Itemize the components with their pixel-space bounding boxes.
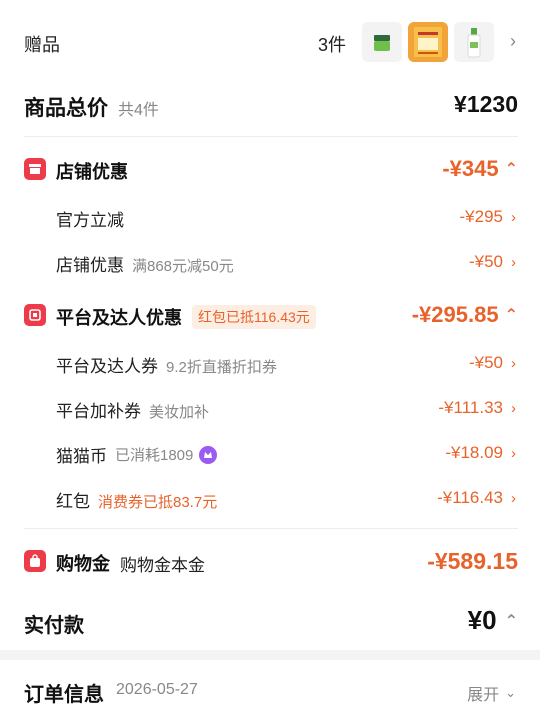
list-item[interactable]: 猫猫币 已消耗1809 -¥18.09 › — [0, 440, 540, 468]
discount-amount: -¥18.09 › — [445, 443, 516, 463]
chevron-up-icon: ⌃ — [504, 612, 518, 630]
discount-label-text: 店铺优惠 — [56, 256, 124, 275]
chevron-right-icon: › — [511, 489, 516, 507]
store-discount-amount[interactable]: -¥345 ⌃ — [442, 156, 518, 182]
total-title: 商品总价 — [24, 97, 108, 120]
divider — [24, 528, 518, 529]
paid-title: 实付款 — [24, 615, 84, 637]
total-price: ¥1230 — [454, 91, 518, 117]
gift-label: 赠品 — [24, 35, 60, 55]
gift-count: 3件 — [318, 35, 347, 55]
discount-label: 平台及达人券 9.2折直播折扣券 — [56, 352, 277, 377]
discount-amount-value: -¥50 — [468, 353, 503, 372]
chevron-down-icon: ⌄ — [505, 685, 516, 700]
chevron-right-icon: › — [511, 399, 516, 417]
shopping-gold-title-text: 购物金 — [56, 554, 110, 574]
section-separator — [0, 650, 540, 660]
gift-thumb-serum-bottle — [454, 22, 494, 62]
discount-amount: -¥295 › — [460, 207, 516, 227]
cat-coin-icon — [199, 445, 218, 464]
discount-amount: -¥50 › — [469, 353, 516, 373]
discount-amount-value: -¥116.43 — [437, 488, 503, 507]
gift-row[interactable]: 赠品 3件 › — [0, 18, 540, 68]
green-jar-icon — [362, 22, 402, 62]
platform-discount-title-text: 平台及达人优惠 — [56, 308, 182, 328]
shopping-gold-title: 购物金 购物金本金 — [56, 550, 205, 576]
discount-amount: -¥50 › — [469, 252, 516, 272]
orange-box-icon — [408, 22, 448, 62]
discount-label: 平台加补券 美妆加补 — [56, 397, 209, 422]
platform-discount-title: 平台及达人优惠 红包已抵116.43元 — [56, 304, 316, 330]
store-icon — [24, 158, 46, 180]
total-count: 共4件 — [118, 102, 159, 119]
discount-note: 美妆加补 — [149, 404, 210, 421]
gift-thumb-orange-box — [408, 22, 448, 62]
list-item[interactable]: 红包 消费券已抵83.7元 -¥116.43 › — [0, 485, 540, 513]
discount-amount-value: -¥18.09 — [445, 443, 503, 462]
chevron-up-icon: ⌃ — [504, 161, 518, 178]
shopping-gold-amount: -¥589.15 — [427, 548, 518, 574]
platform-discount-value: -¥295.85 — [411, 302, 499, 327]
discount-note: 消费券已抵83.7元 — [98, 494, 218, 511]
chevron-right-icon[interactable]: › — [510, 31, 516, 52]
discount-label-text: 红包 — [56, 492, 90, 511]
discount-amount: -¥116.43 › — [437, 488, 516, 508]
expand-button[interactable]: 展开 ⌄ — [467, 681, 516, 705]
discount-note: 满868元减50元 — [132, 258, 234, 275]
list-item[interactable]: 官方立减 -¥295 › — [0, 204, 540, 232]
discount-label: 店铺优惠 满868元减50元 — [56, 251, 234, 276]
chevron-up-icon: ⌃ — [504, 307, 518, 324]
discount-label-text: 平台及达人券 — [56, 357, 158, 376]
chevron-right-icon: › — [511, 444, 516, 462]
gift-thumb-green-jar — [362, 22, 402, 62]
shopping-gold-note: 购物金本金 — [120, 555, 205, 575]
chevron-right-icon: › — [511, 354, 516, 372]
platform-discount-header[interactable]: 平台及达人优惠 红包已抵116.43元 -¥295.85 ⌃ — [0, 298, 540, 336]
store-discount-header[interactable]: 店铺优惠 -¥345 ⌃ — [0, 150, 540, 188]
discount-label-text: 猫猫币 — [56, 447, 107, 466]
discount-amount: -¥111.33 › — [438, 398, 516, 418]
chevron-right-icon: › — [511, 253, 516, 271]
store-discount-value: -¥345 — [442, 156, 499, 181]
discount-label-text: 官方立减 — [56, 211, 124, 230]
discount-amount-value: -¥295 — [459, 207, 503, 226]
paid-amount[interactable]: ¥0 ⌃ — [468, 605, 518, 636]
discount-amount-value: -¥111.33 — [438, 398, 503, 417]
list-item[interactable]: 平台加补券 美妆加补 -¥111.33 › — [0, 395, 540, 423]
red-packet-badge: 红包已抵116.43元 — [192, 305, 316, 329]
discount-label-text: 平台加补券 — [56, 402, 141, 421]
paid-row[interactable]: 实付款 ¥0 ⌃ — [0, 603, 540, 639]
discount-note: 已消耗1809 — [115, 447, 194, 464]
discount-note: 9.2折直播折扣券 — [166, 359, 277, 376]
discount-label: 红包 消费券已抵83.7元 — [56, 487, 217, 512]
order-date: 2026-05-27 — [116, 681, 198, 698]
expand-label: 展开 — [467, 687, 500, 704]
store-discount-title: 店铺优惠 — [56, 162, 128, 182]
discount-label: 官方立减 — [56, 206, 124, 231]
shopping-gold-row: 购物金 购物金本金 -¥589.15 — [0, 545, 540, 579]
platform-discount-amount[interactable]: -¥295.85 ⌃ — [412, 302, 518, 328]
order-info-title: 订单信息 — [24, 684, 104, 706]
platform-coupon-icon — [24, 304, 46, 326]
paid-amount-value: ¥0 — [467, 605, 497, 635]
list-item[interactable]: 店铺优惠 满868元减50元 -¥50 › — [0, 249, 540, 277]
list-item[interactable]: 平台及达人券 9.2折直播折扣券 -¥50 › — [0, 350, 540, 378]
shopping-bag-icon — [24, 550, 46, 572]
discount-label: 猫猫币 已消耗1809 — [56, 442, 218, 467]
serum-bottle-icon — [454, 22, 494, 62]
divider — [24, 136, 518, 137]
total-row: 商品总价 共4件 ¥1230 — [0, 88, 540, 124]
chevron-right-icon: › — [511, 208, 516, 226]
discount-amount-value: -¥50 — [468, 252, 503, 271]
